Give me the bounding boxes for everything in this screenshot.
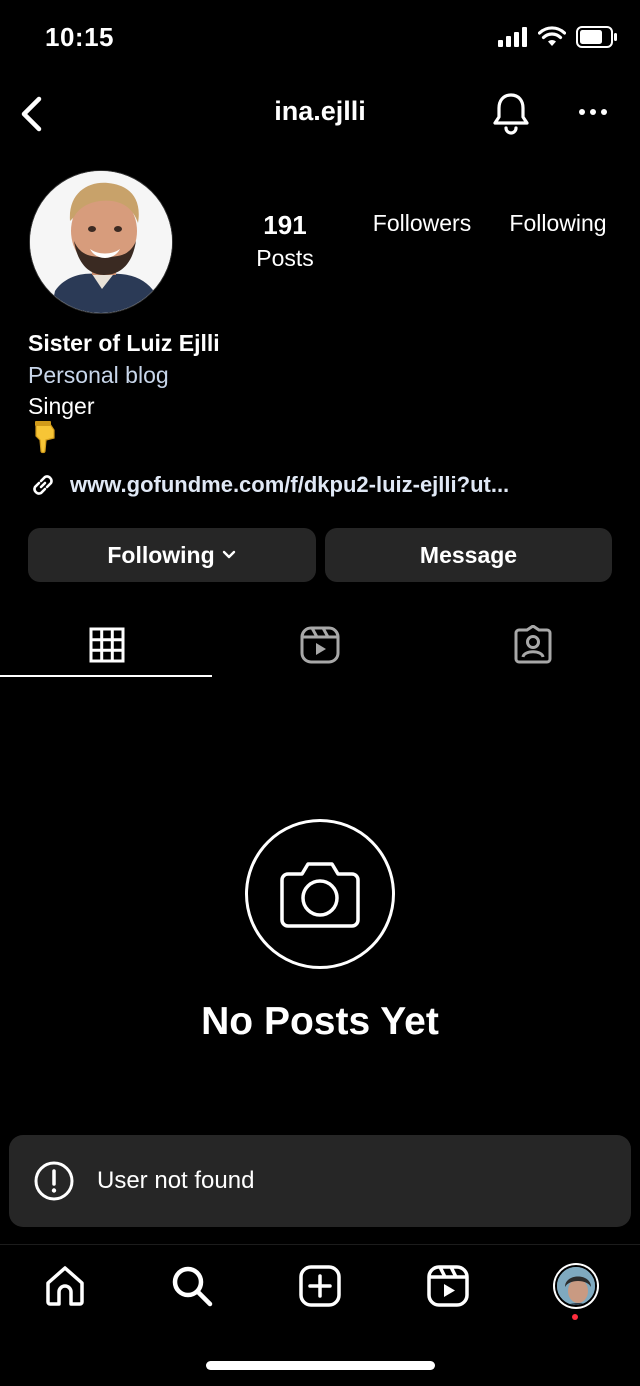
home-indicator	[206, 1361, 435, 1370]
nav-search[interactable]	[168, 1262, 216, 1310]
message-button[interactable]: Message	[325, 528, 612, 582]
nav-home[interactable]	[41, 1262, 89, 1310]
nav-create[interactable]	[296, 1262, 344, 1310]
more-options-button[interactable]	[574, 98, 614, 128]
bio-text: Singer	[28, 393, 95, 419]
profile-username: ina.ejlli	[274, 96, 366, 126]
following-stat[interactable]: Following	[498, 210, 618, 237]
error-toast: User not found	[9, 1135, 631, 1227]
notification-dot	[572, 1314, 578, 1320]
following-label: Following	[509, 210, 607, 236]
create-icon	[299, 1265, 341, 1307]
message-button-label: Message	[419, 541, 518, 568]
followers-stat[interactable]: Followers	[362, 210, 482, 237]
posts-stat[interactable]: 191 Posts	[240, 210, 330, 272]
tagged-icon	[514, 625, 551, 664]
home-icon	[46, 1266, 84, 1306]
chevron-down-icon	[222, 550, 235, 559]
empty-state-camera	[245, 819, 395, 969]
bio-link-text: www.gofundme.com/f/dkpu2-luiz-ejlli?ut..…	[70, 472, 510, 497]
toast-message: User not found	[97, 1167, 255, 1194]
empty-state-title: No Posts Yet	[201, 1000, 439, 1043]
bottom-nav-divider	[0, 1244, 640, 1245]
search-icon	[172, 1266, 213, 1307]
notifications-button[interactable]	[490, 90, 532, 136]
tab-tagged[interactable]	[426, 612, 639, 678]
following-button-label: Following	[107, 541, 215, 568]
bio-link[interactable]: www.gofundme.com/f/dkpu2-luiz-ejlli?ut..…	[28, 470, 509, 500]
bio-category: Personal blog	[28, 362, 169, 388]
reels-icon	[300, 626, 339, 664]
nav-profile-avatar	[555, 1265, 597, 1307]
active-tab-indicator	[0, 675, 212, 677]
following-button[interactable]: Following	[28, 528, 316, 582]
nav-reels[interactable]	[424, 1262, 472, 1310]
pointing-down-hand-icon	[30, 420, 60, 454]
bell-icon	[493, 93, 529, 135]
posts-count: 191	[263, 210, 307, 240]
bio-name: Sister of Luiz Ejlli	[28, 330, 220, 356]
status-time: 10:15	[45, 22, 114, 52]
camera-icon	[280, 862, 360, 928]
tab-posts-grid[interactable]	[0, 612, 213, 678]
posts-label: Posts	[256, 245, 314, 271]
followers-label: Followers	[372, 210, 472, 236]
more-icon	[579, 109, 607, 115]
grid-icon	[89, 627, 124, 663]
battery-icon	[576, 26, 617, 48]
avatar-image	[30, 171, 172, 313]
wifi-icon	[538, 26, 566, 46]
alert-circle-icon	[34, 1161, 74, 1201]
status-icons	[498, 26, 618, 48]
signal-icon	[498, 27, 527, 47]
link-icon	[33, 475, 53, 495]
profile-avatar[interactable]	[29, 170, 173, 314]
tab-reels[interactable]	[213, 612, 426, 678]
reels-icon	[427, 1265, 469, 1307]
nav-profile[interactable]	[552, 1262, 600, 1310]
